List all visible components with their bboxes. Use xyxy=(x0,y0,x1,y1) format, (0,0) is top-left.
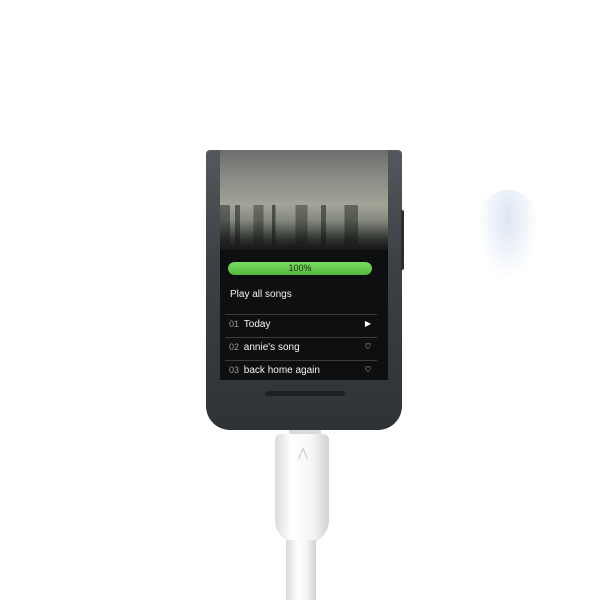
progress-bar: 100% xyxy=(228,262,372,275)
song-number: 01 xyxy=(229,319,240,329)
background-blur-shape xyxy=(478,190,538,280)
song-number: 02 xyxy=(229,342,240,352)
song-row-3[interactable]: 03 back home again ♡ xyxy=(225,360,377,379)
wallpaper-shade xyxy=(220,220,388,260)
song-row-1[interactable]: 01 Today ▶ xyxy=(225,314,377,333)
brand-logo-icon: ⋀ xyxy=(298,446,308,460)
song-title: annie's song xyxy=(243,342,300,353)
mail-icon xyxy=(22,226,40,239)
heart-icon[interactable]: ♡ xyxy=(363,361,373,379)
heart-icon[interactable]: ♡ xyxy=(363,338,373,356)
progress-label: 100% xyxy=(288,263,312,273)
phone-side-button xyxy=(401,210,404,270)
song-number: 03 xyxy=(229,365,240,375)
song-title: back home again xyxy=(243,365,320,376)
play-all-songs-button[interactable]: Play all songs xyxy=(230,289,292,300)
song-title: Today xyxy=(243,319,271,330)
usb-cable xyxy=(286,540,316,600)
play-icon[interactable]: ▶ xyxy=(363,315,373,333)
phone-speaker-grille xyxy=(265,391,345,396)
song-row-2[interactable]: 02 annie's song ♡ xyxy=(225,337,377,356)
